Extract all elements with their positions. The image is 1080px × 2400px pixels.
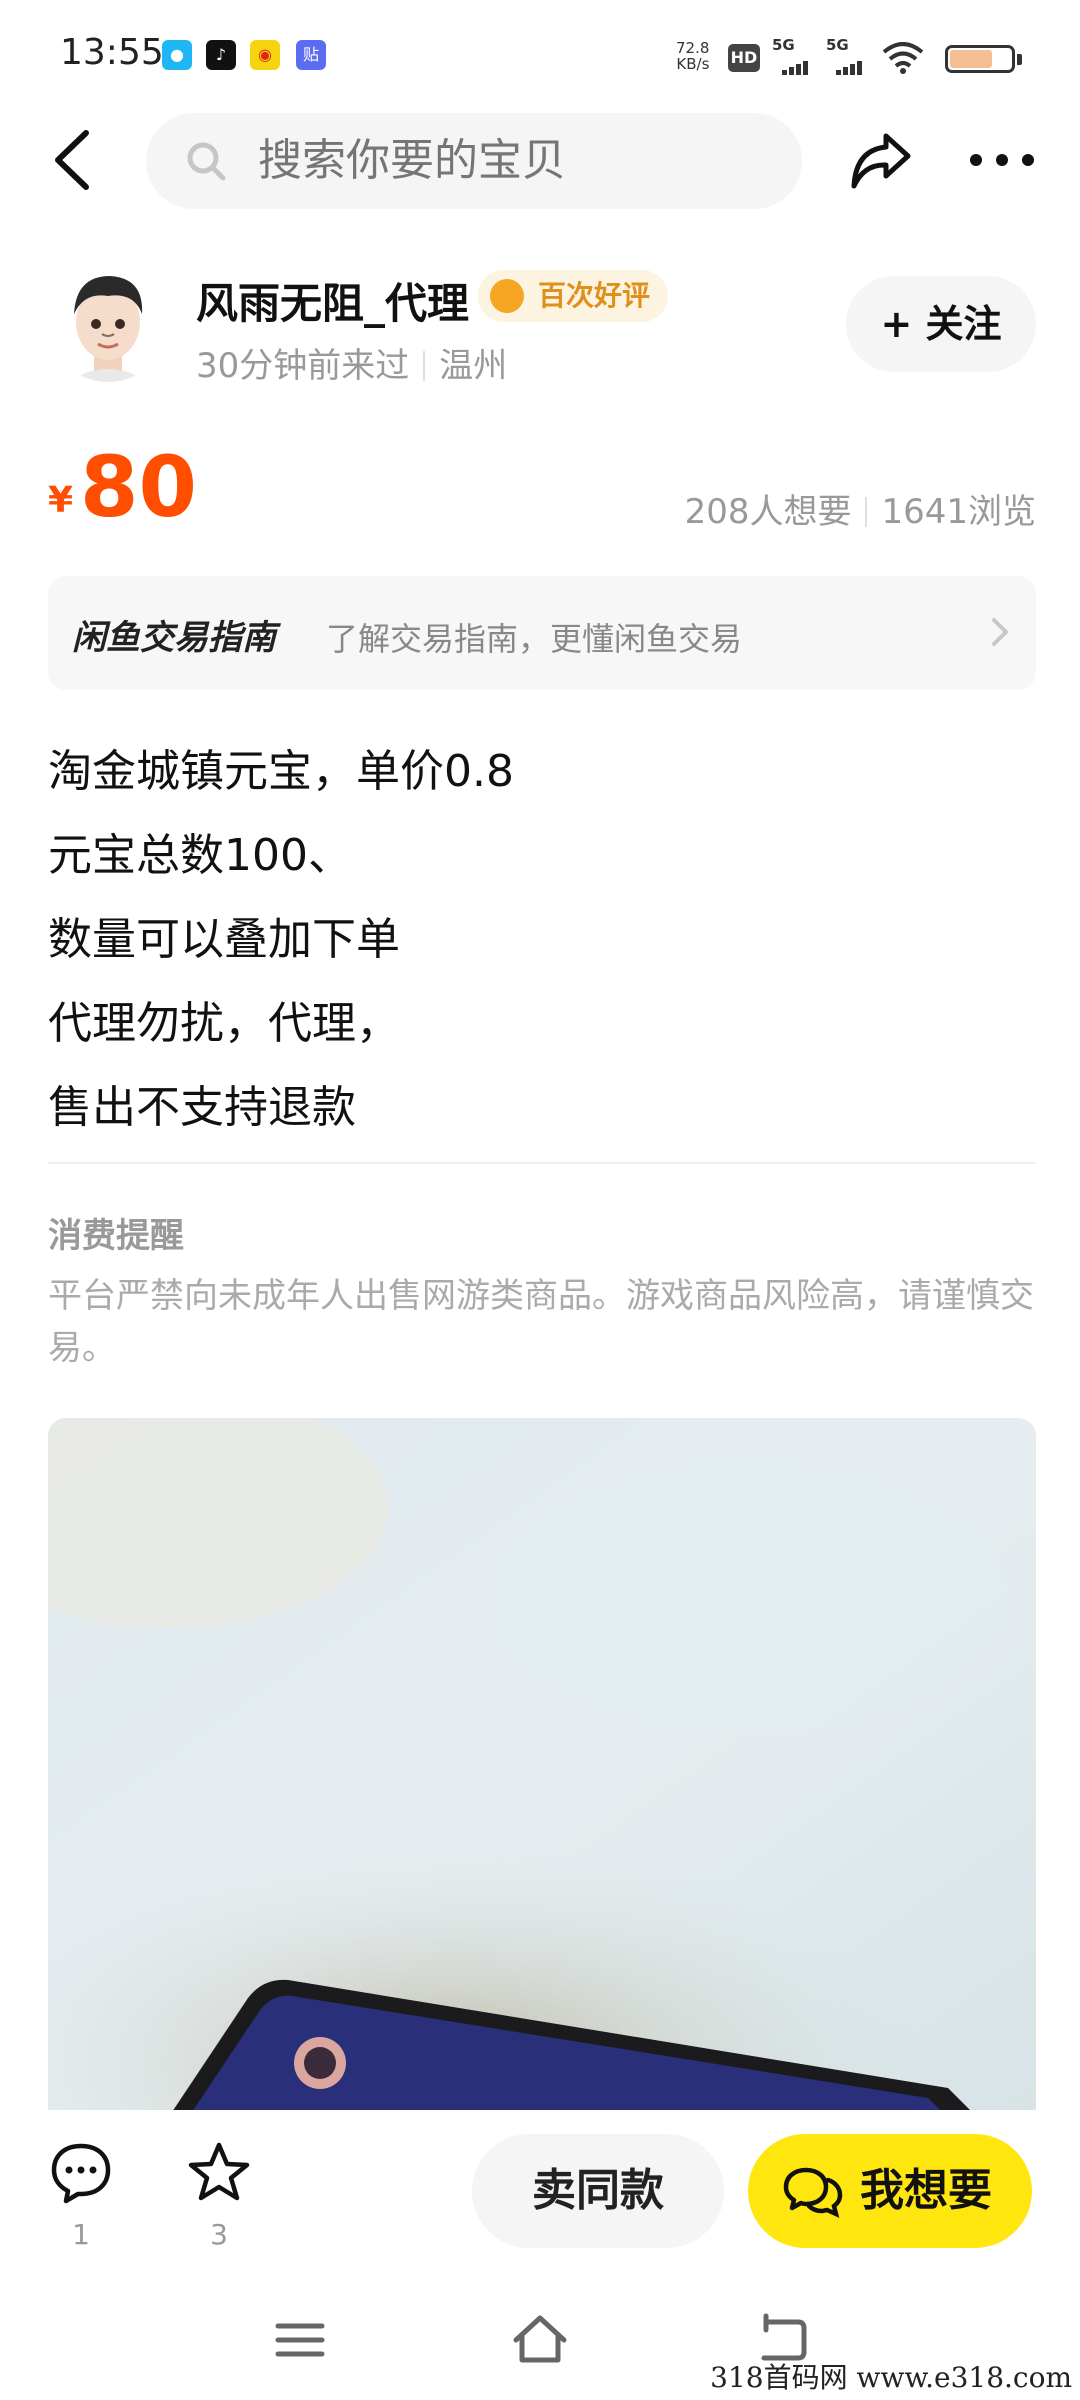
signal-icon bbox=[836, 56, 864, 75]
sim1-label: 5G bbox=[772, 36, 795, 54]
comment-icon[interactable] bbox=[48, 2140, 114, 2206]
tiktok-icon: ♪ bbox=[206, 40, 236, 70]
back-button[interactable] bbox=[48, 125, 98, 195]
last-seen: 30分钟前来过 bbox=[196, 346, 410, 386]
net-speed-value: 72.8 bbox=[676, 39, 710, 57]
chevron-right-icon bbox=[992, 618, 1009, 646]
views-count: 1641浏览 bbox=[881, 492, 1036, 532]
description-line: 淘金城镇元宝，单价0.8 bbox=[48, 746, 514, 797]
price-value: 80 bbox=[80, 438, 197, 536]
trade-guide-banner[interactable]: 闲鱼交易指南 了解交易指南，更懂闲鱼交易 bbox=[48, 576, 1036, 690]
more-dots-icon bbox=[970, 154, 1034, 166]
net-speed: 72.8 KB/s bbox=[676, 40, 709, 72]
chat-bubble-icon bbox=[783, 2167, 843, 2218]
star-icon[interactable] bbox=[186, 2140, 252, 2206]
product-photo[interactable] bbox=[48, 1418, 1036, 2118]
watermark-text: 318首码网 www.e318.com bbox=[710, 2361, 1072, 2394]
description-line: 数量可以叠加下单 bbox=[48, 914, 400, 965]
want-button[interactable]: 我想要 bbox=[748, 2134, 1032, 2248]
seller-location: 温州 bbox=[439, 346, 508, 386]
follow-button[interactable]: + 关注 bbox=[846, 276, 1036, 372]
seller-avatar[interactable] bbox=[48, 262, 168, 382]
description-line: 元宝总数100、 bbox=[48, 830, 352, 881]
home-icon[interactable] bbox=[510, 2310, 570, 2370]
comment-count: 1 bbox=[72, 2218, 90, 2251]
sim2-label: 5G bbox=[826, 36, 849, 54]
item-description: 淘金城镇元宝，单价0.8 元宝总数100、 数量可以叠加下单 代理勿扰，代理， … bbox=[48, 730, 1038, 1150]
seller-name[interactable]: 风雨无阻_代理 bbox=[196, 270, 469, 331]
seller-badge-label: 百次好评 bbox=[538, 279, 651, 312]
hd-voice-icon: HD bbox=[728, 44, 760, 72]
qq-icon: ● bbox=[162, 40, 192, 70]
net-speed-unit: KB/s bbox=[676, 55, 710, 73]
search-input[interactable] bbox=[258, 135, 778, 186]
thumbs-up-icon bbox=[490, 279, 524, 313]
item-stats: 208人想要 1641浏览 bbox=[685, 484, 1036, 533]
signal-icon bbox=[782, 56, 810, 75]
favorite-count: 3 bbox=[210, 2218, 228, 2251]
chevron-left-icon bbox=[55, 130, 89, 190]
guide-description: 了解交易指南，更懂闲鱼交易 bbox=[326, 620, 743, 658]
price-currency: ¥ bbox=[48, 480, 74, 521]
tieba-icon: 贴 bbox=[296, 40, 326, 70]
weibo-icon: ◉ bbox=[250, 40, 280, 70]
guide-title: 闲鱼交易指南 bbox=[72, 618, 276, 658]
more-button[interactable] bbox=[966, 140, 1038, 180]
share-icon bbox=[851, 133, 911, 189]
notice-title: 消费提醒 bbox=[48, 1216, 184, 1256]
wifi-icon bbox=[882, 42, 924, 74]
divider bbox=[423, 351, 426, 381]
want-button-label: 我想要 bbox=[860, 2165, 992, 2216]
sell-same-button[interactable]: 卖同款 bbox=[472, 2134, 724, 2248]
description-line: 代理勿扰，代理， bbox=[48, 998, 400, 1049]
seller-meta: 30分钟前来过 温州 bbox=[196, 338, 507, 387]
bottom-action-bar: 1 3 卖同款 我想要 bbox=[0, 2110, 1080, 2280]
wants-count: 208人想要 bbox=[684, 492, 852, 532]
search-icon bbox=[187, 142, 226, 181]
seller-badge: 百次好评 bbox=[478, 270, 669, 322]
description-line: 售出不支持退款 bbox=[48, 1082, 356, 1133]
battery-icon bbox=[945, 45, 1022, 73]
search-bar[interactable] bbox=[146, 113, 802, 209]
avatar-icon bbox=[68, 276, 148, 382]
product-image bbox=[48, 1418, 1036, 2118]
notice-text: 平台严禁向未成年人出售网游类商品。游戏商品风险高，请谨慎交易。 bbox=[48, 1276, 1034, 1368]
status-time: 13:55 bbox=[60, 32, 164, 73]
menu-icon[interactable] bbox=[270, 2310, 330, 2370]
status-bar: 13:55 ● ♪ ◉ 贴 72.8 KB/s HD 5G 5G bbox=[0, 0, 1080, 115]
system-nav-bar: 318首码网 www.e318.com bbox=[0, 2280, 1080, 2400]
share-button[interactable] bbox=[848, 128, 914, 194]
divider bbox=[865, 497, 868, 527]
section-divider bbox=[48, 1162, 1036, 1164]
